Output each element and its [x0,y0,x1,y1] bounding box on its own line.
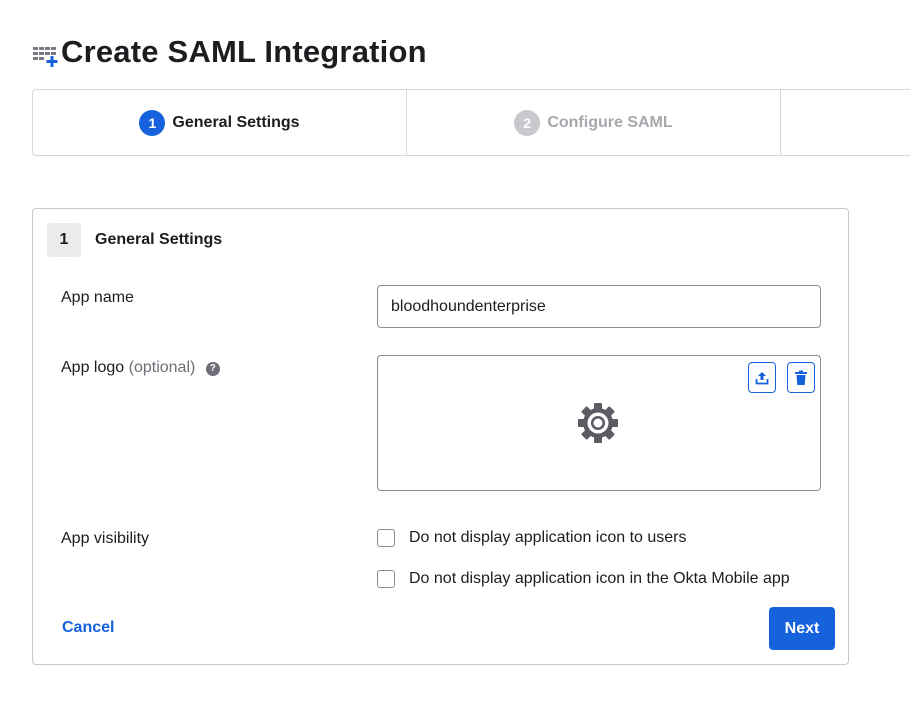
app-grid-add-icon [31,37,61,67]
next-button[interactable]: Next [769,607,835,650]
app-visibility-label: App visibility [61,530,150,547]
optional-tag: (optional) [128,359,196,376]
help-icon[interactable]: ? [205,361,220,376]
checkbox-label: Do not display application icon to users [409,529,687,546]
step-feedback[interactable] [781,90,910,155]
app-logo-dropzone[interactable] [377,355,821,491]
step-configure-saml[interactable]: 2 Configure SAML [407,90,781,155]
hide-icon-mobile-checkbox[interactable] [377,570,395,588]
delete-logo-button[interactable] [787,362,815,393]
app-logo-label: App logo (optional) ? [61,359,220,377]
app-name-input[interactable] [377,285,821,328]
app-name-label: App name [61,289,134,306]
hide-icon-users-option[interactable]: Do not display application icon to users [377,529,687,547]
section-number: 1 [47,223,81,257]
step-number-badge: 2 [514,109,541,136]
trash-icon [795,370,807,385]
cancel-button[interactable]: Cancel [62,619,114,637]
wizard-stepper: 1 General Settings 2 Configure SAML [32,89,910,156]
step-label: Configure SAML [547,113,673,131]
gear-icon [577,402,619,444]
step-label: General Settings [172,113,300,131]
app-logo-label-text: App logo [61,359,125,376]
general-settings-card: 1 General Settings App name App logo (op… [32,208,849,665]
upload-logo-button[interactable] [748,362,776,393]
hide-icon-users-checkbox[interactable] [377,529,395,547]
hide-icon-mobile-option[interactable]: Do not display application icon in the O… [377,570,790,588]
step-general-settings[interactable]: 1 General Settings [33,90,407,155]
step-number-badge: 1 [139,109,166,136]
page-header: Create SAML Integration [31,34,427,70]
page-title: Create SAML Integration [61,34,427,69]
upload-icon [755,371,769,384]
checkbox-label: Do not display application icon in the O… [409,570,790,587]
section-title: General Settings [95,231,223,248]
